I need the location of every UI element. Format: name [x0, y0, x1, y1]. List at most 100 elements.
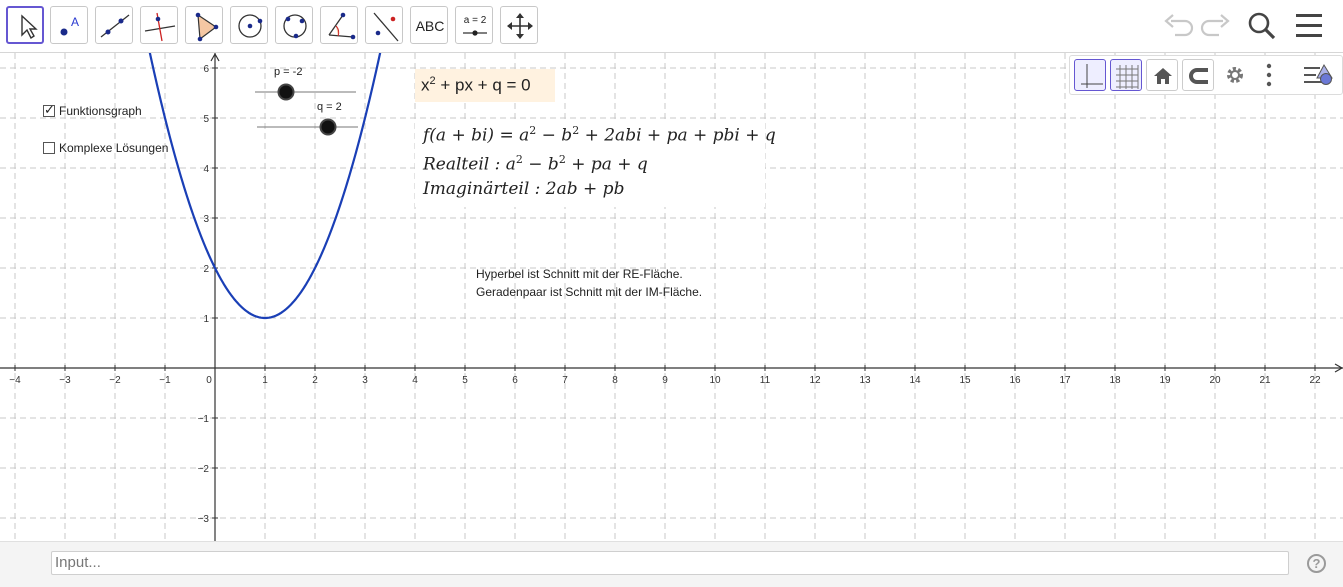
toggle-axes-button[interactable]	[1074, 59, 1106, 91]
slider-q-label: q = 2	[317, 101, 342, 113]
y-tick-label: −2	[198, 464, 210, 475]
point-tool-letter: A	[71, 15, 79, 29]
algebra-input-bar: Input... ?	[0, 541, 1343, 587]
x-tick-label: 4	[412, 375, 418, 386]
move-graphics-view-tool-button[interactable]	[500, 6, 538, 44]
help-icon[interactable]: ?	[1307, 554, 1326, 573]
reflect-tool-button[interactable]	[365, 6, 403, 44]
grid-icon	[1116, 65, 1139, 89]
equation-rest: + px + q = 0	[435, 75, 531, 95]
gear-icon[interactable]	[1221, 61, 1249, 89]
x-tick-label: 15	[959, 375, 971, 386]
x-tick-label: 19	[1159, 375, 1171, 386]
circle-center-point-tool-button[interactable]	[230, 6, 268, 44]
y-tick-label: 5	[203, 114, 209, 125]
checkbox-label: Funktionsgraph	[59, 104, 142, 118]
main-menu-icon[interactable]	[1293, 8, 1325, 44]
move-arrows-icon	[507, 13, 533, 39]
x-tick-label: 0	[206, 375, 212, 386]
note-hyperbel: Hyperbel ist Schnitt mit der RE-Fläche.	[476, 267, 683, 281]
x-tick-label: 11	[760, 375, 771, 386]
toggle-grid-button[interactable]	[1110, 59, 1142, 91]
toggle-style-bar-icon[interactable]	[1302, 61, 1338, 89]
reflect-line-icon	[373, 12, 399, 42]
x-tick-label: 14	[909, 375, 921, 386]
math-line-realteil: Realteil : a2 − b2 + pa + q	[423, 153, 648, 175]
point-tool-button[interactable]: A	[50, 6, 88, 44]
slider-q-handle[interactable]	[319, 118, 337, 136]
x-tick-label: 18	[1109, 375, 1121, 386]
equation-box[interactable]: x2 + px + q = 0	[415, 69, 555, 102]
axes-icon	[1081, 64, 1103, 88]
checkbox-komplexe-loesungen[interactable]: Komplexe Lösungen	[43, 141, 168, 155]
perpendicular-line-tool-button[interactable]	[140, 6, 178, 44]
home-icon	[1154, 68, 1172, 84]
circle-center-icon	[238, 14, 263, 38]
checkbox-box[interactable]: ✓	[43, 102, 55, 117]
move-tool-button[interactable]	[6, 6, 44, 44]
standard-view-button[interactable]	[1146, 59, 1178, 91]
equation-base: x	[421, 75, 430, 95]
checkbox-label: Komplexe Lösungen	[59, 141, 169, 155]
x-tick-label: 7	[562, 375, 568, 386]
redo-icon[interactable]	[1199, 8, 1231, 44]
graphics-view[interactable]: −4 −3 −2 −1 0 1 2 3 4 5 6 7 8 9 10 11 12 13 14 15 16 17 18 19 20…	[0, 53, 1343, 541]
x-tick-label: 3	[362, 375, 368, 386]
x-tick-label: 16	[1009, 375, 1021, 386]
slider-icon	[463, 30, 487, 36]
x-tick-label: −3	[59, 375, 71, 386]
slider-p-handle[interactable]	[277, 83, 295, 101]
perpendicular-line-icon	[144, 12, 176, 42]
slider-p-label: p = -2	[274, 66, 303, 78]
slider-tool-button[interactable]: a = 2	[455, 6, 493, 44]
algebra-input-field[interactable]: Input...	[51, 551, 1289, 575]
text-tool-label: ABC	[415, 18, 445, 34]
graphics-style-bar	[1069, 55, 1343, 95]
y-tick-label: −1	[198, 414, 210, 425]
angle-icon	[328, 12, 356, 40]
angle-tool-button[interactable]	[320, 6, 358, 44]
checkmark-icon: ✓	[44, 102, 55, 117]
line-tool-button[interactable]	[95, 6, 133, 44]
x-tick-label: 6	[512, 375, 518, 386]
x-tick-label: 9	[662, 375, 668, 386]
y-tick-label: −3	[198, 514, 210, 525]
x-tick-label: 13	[859, 375, 871, 386]
text-tool-button[interactable]: ABC	[410, 6, 448, 44]
x-tick-label: 10	[709, 375, 721, 386]
x-tick-label: 1	[262, 375, 268, 386]
x-tick-label: 20	[1209, 375, 1221, 386]
y-tick-label: 6	[203, 64, 209, 75]
circle-three-points-icon	[283, 14, 307, 39]
y-tick-label: 3	[203, 214, 209, 225]
circle-three-points-tool-button[interactable]	[275, 6, 313, 44]
x-tick-label: 5	[462, 375, 468, 386]
note-geradenpaar: Geradenpaar ist Schnitt mit der IM-Fläch…	[476, 285, 703, 299]
undo-icon[interactable]	[1163, 8, 1195, 44]
x-tick-label: 12	[809, 375, 821, 386]
polygon-icon	[195, 12, 219, 42]
slider-q[interactable]	[252, 117, 364, 137]
point-capturing-button[interactable]	[1182, 59, 1214, 91]
slider-p[interactable]	[250, 81, 362, 101]
point-icon: A	[60, 15, 79, 36]
math-text-block[interactable]: f(a + bi) = a2 − b2 + 2abi + pa + pbi + …	[415, 121, 776, 207]
y-tick-label: 1	[203, 314, 209, 325]
x-tick-label: −4	[9, 375, 21, 386]
cursor-arrow-icon	[21, 14, 38, 40]
x-tick-label: −2	[109, 375, 121, 386]
x-tick-label: 8	[612, 375, 618, 386]
y-tick-label: 4	[203, 164, 209, 175]
more-options-icon[interactable]	[1260, 61, 1276, 89]
search-icon[interactable]	[1244, 8, 1280, 44]
polygon-tool-button[interactable]	[185, 6, 223, 44]
x-tick-label: 21	[1259, 375, 1271, 386]
y-tick-label: 2	[203, 264, 209, 275]
toolbar: A ABC a = 2	[0, 0, 1343, 53]
checkbox-funktionsgraph[interactable]: ✓ Funktionsgraph	[43, 102, 142, 118]
checkbox-box[interactable]	[43, 142, 55, 154]
x-tick-label: 22	[1309, 375, 1321, 386]
math-line-imaginaerteil: Imaginärteil : 2ab + pb	[423, 179, 625, 199]
magnet-icon	[1189, 68, 1208, 84]
math-line-f: f(a + bi) = a2 − b2 + 2abi + pa + pbi + …	[423, 124, 776, 146]
